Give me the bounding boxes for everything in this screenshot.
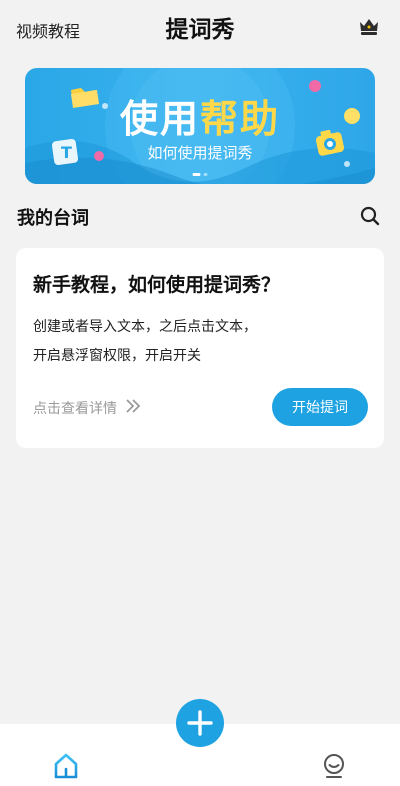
crown-icon[interactable] xyxy=(358,16,380,36)
banner-dot-active xyxy=(192,173,201,176)
my-lines-heading: 我的台词 xyxy=(17,208,89,229)
banner-dot xyxy=(203,173,208,176)
top-bar: 视频教程 提词秀 xyxy=(0,0,400,56)
app-title: 提词秀 xyxy=(165,16,235,43)
search-icon[interactable] xyxy=(360,206,380,226)
home-icon[interactable] xyxy=(52,752,80,780)
plus-icon[interactable] xyxy=(176,699,224,747)
banner-title: 使用帮助 xyxy=(119,97,281,141)
bottom-navigation xyxy=(0,699,400,786)
help-banner[interactable]: T 使用帮助 如何使用提词秀 xyxy=(25,68,375,184)
double-chevron-right-icon xyxy=(125,399,141,417)
banner-subtitle: 如何使用提词秀 xyxy=(147,144,253,162)
start-prompt-button[interactable]: 开始提词 xyxy=(272,388,368,426)
card-title: 新手教程，如何使用提词秀？ xyxy=(33,274,281,296)
banner-pagination xyxy=(192,173,208,176)
user-icon[interactable] xyxy=(320,752,348,780)
app-screen: 视频教程 提词秀 T 使用帮助 如何使用提词秀 我的台词 新手教程，如何使用提词… xyxy=(0,0,400,786)
card-description-line-2: 开启悬浮窗权限，开启开关 xyxy=(33,348,201,364)
card-description-line-1: 创建或者导入文本，之后点击文本， xyxy=(33,319,257,335)
view-details-link[interactable]: 点击查看详情 xyxy=(33,398,141,418)
tutorial-card[interactable]: 新手教程，如何使用提词秀？ 创建或者导入文本，之后点击文本， 开启悬浮窗权限，开… xyxy=(16,248,384,448)
view-details-label: 点击查看详情 xyxy=(33,401,117,417)
